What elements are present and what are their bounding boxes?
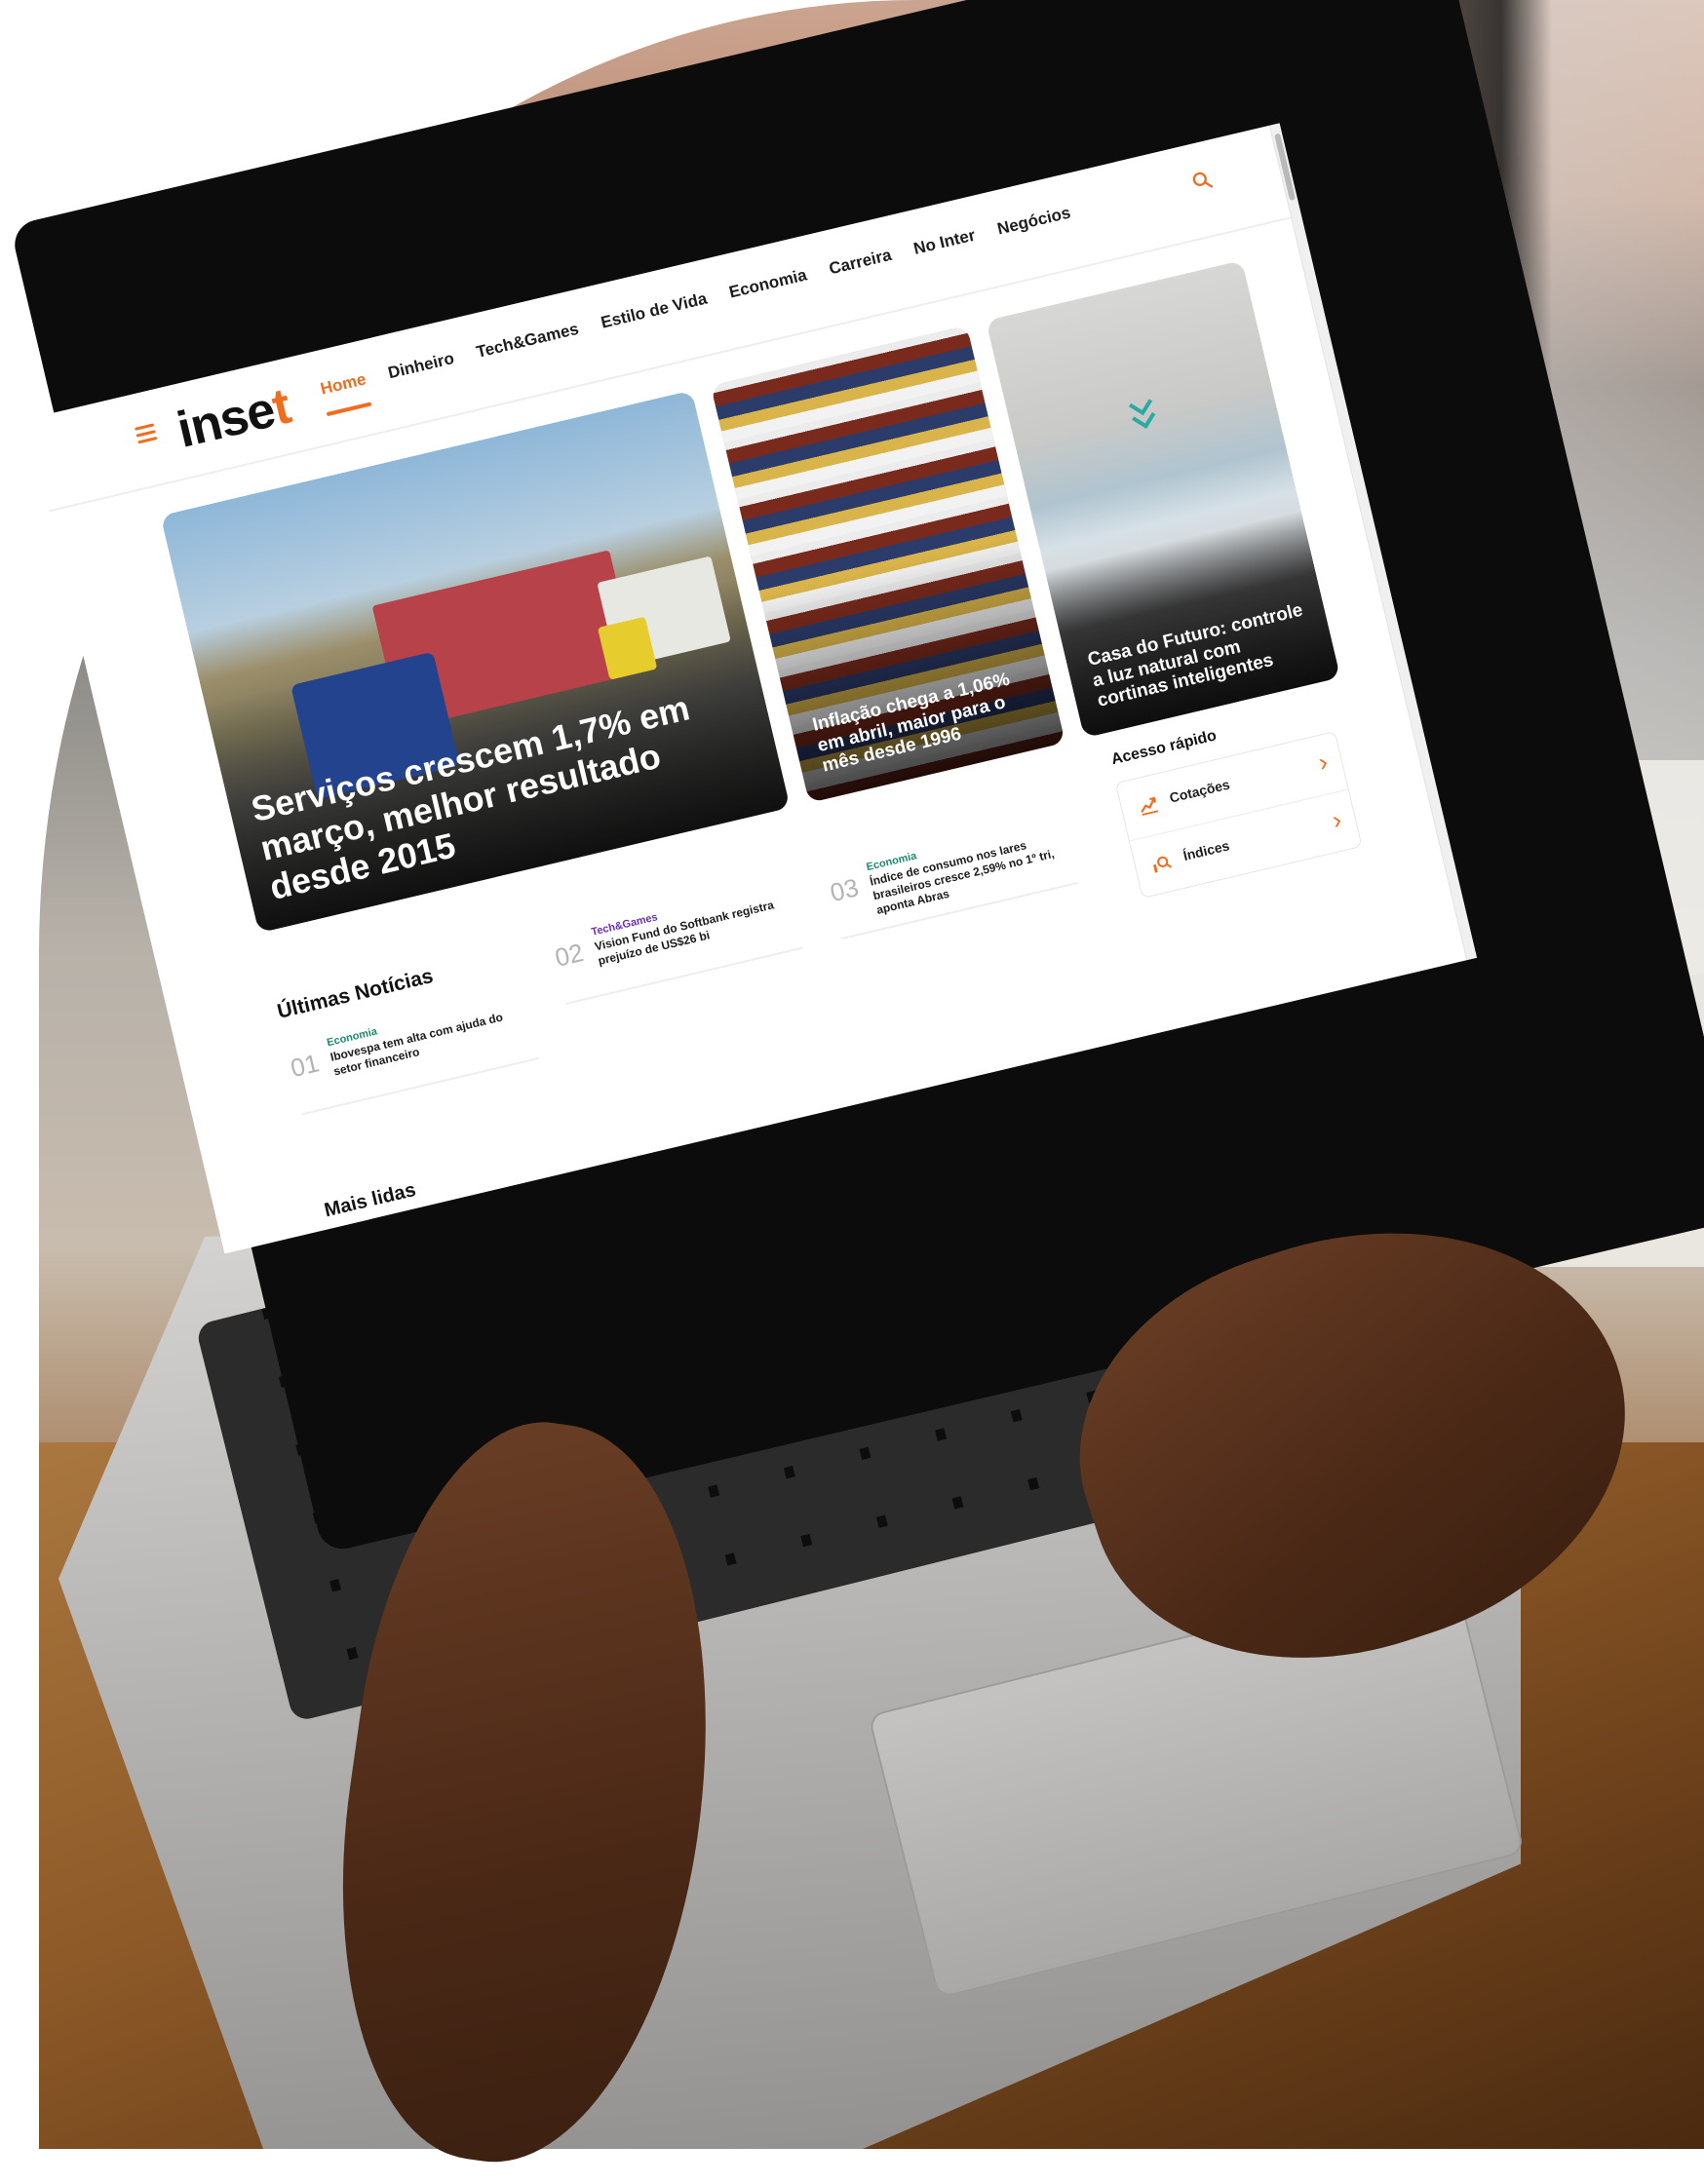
news-headline: Índice de consumo nos lares brasileiros … bbox=[868, 838, 1056, 917]
nav-item-negocios[interactable]: Negócios bbox=[995, 203, 1072, 239]
nav-item-no-inter[interactable]: No Inter bbox=[911, 226, 977, 259]
logo-text: inse bbox=[172, 381, 281, 459]
hamburger-menu-icon[interactable] bbox=[135, 423, 158, 444]
chevron-right-icon: › bbox=[1315, 747, 1331, 778]
chart-up-icon bbox=[1141, 796, 1159, 816]
nav-item-dinheiro[interactable]: Dinheiro bbox=[386, 349, 456, 383]
nav-item-tech-games[interactable]: Tech&Games bbox=[475, 320, 581, 363]
index-search-icon bbox=[1153, 856, 1173, 873]
hero-middle-title: Inflação chega a 1,06% em abril, maior p… bbox=[810, 669, 1012, 777]
nav-item-economia[interactable]: Economia bbox=[727, 265, 809, 302]
news-item-2[interactable]: 02 Tech&Games Vision Fund do Softbank re… bbox=[551, 880, 805, 1008]
search-icon[interactable] bbox=[1189, 168, 1215, 193]
news-number: 03 bbox=[827, 872, 862, 908]
hero-card-main[interactable]: Serviços crescem 1,7% em março, melhor r… bbox=[160, 390, 791, 934]
news-item-3[interactable]: 03 Economia Índice de consumo nos lares … bbox=[826, 816, 1080, 943]
quick-access-indices-label: Índices bbox=[1181, 837, 1231, 863]
double-chevron-down-icon bbox=[1128, 399, 1156, 429]
nav-item-carreira[interactable]: Carreira bbox=[827, 246, 893, 279]
nav-item-home[interactable]: Home bbox=[319, 369, 368, 399]
chevron-right-icon: › bbox=[1329, 804, 1344, 835]
quick-access-cotacoes-label: Cotações bbox=[1168, 776, 1232, 806]
hero-right-title: Casa do Futuro: controle a luz natural c… bbox=[1085, 599, 1305, 712]
nav-item-estilo-de-vida[interactable]: Estilo de Vida bbox=[600, 289, 710, 333]
latest-news-title: Últimas Notícias bbox=[275, 964, 436, 1023]
site-logo[interactable]: inset bbox=[172, 377, 295, 460]
news-number: 01 bbox=[288, 1048, 323, 1084]
news-number: 02 bbox=[552, 937, 587, 973]
